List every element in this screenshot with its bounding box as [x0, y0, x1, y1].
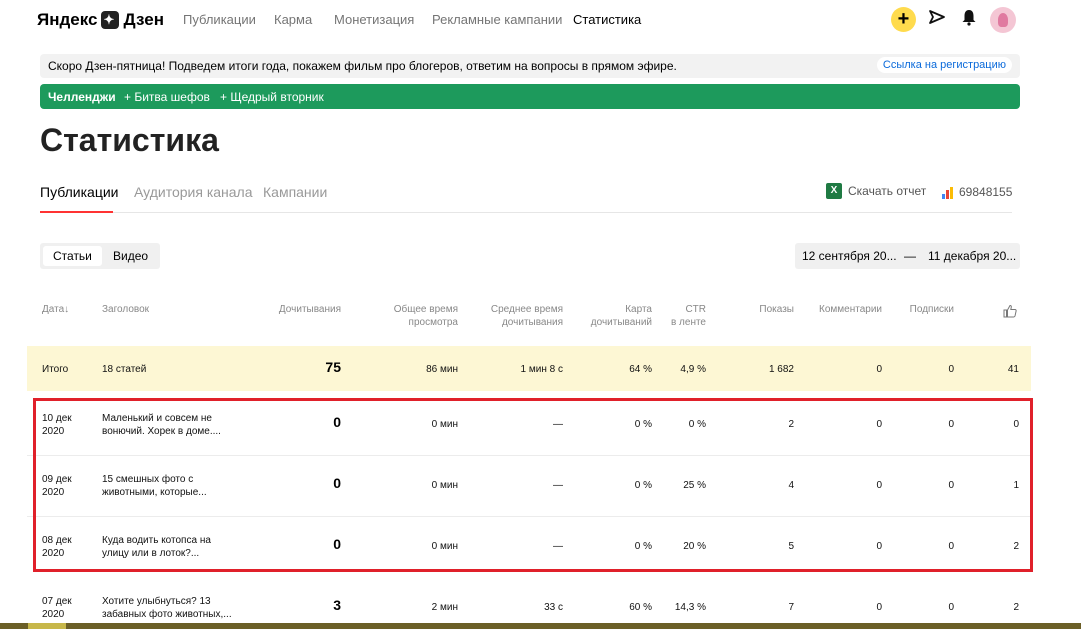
nav-publications[interactable]: Публикации: [183, 12, 256, 27]
date-range-picker[interactable]: 12 сентября 20... — 11 декабря 20...: [795, 243, 1020, 269]
col-card-line1: Карта: [625, 304, 652, 315]
col-total-time-line1: Общее время: [393, 304, 458, 315]
col-subscriptions[interactable]: Подписки: [890, 303, 954, 316]
col-date[interactable]: Дата↓: [42, 303, 69, 316]
total-likes: 41: [1007, 364, 1019, 375]
row-views: 7: [788, 602, 794, 613]
col-avg-time-line2: дочитывания: [501, 317, 563, 328]
date-from[interactable]: 12 сентября 20...: [802, 249, 897, 263]
total-avg-time: 1 мин 8 с: [520, 364, 563, 375]
download-report-label: Скачать отчет: [848, 184, 927, 198]
row-reads: 3: [333, 597, 341, 613]
col-avg-time-line1: Среднее время: [490, 304, 563, 315]
total-views: 1 682: [768, 364, 794, 375]
video-toggle[interactable]: Видео: [103, 246, 158, 266]
registration-link[interactable]: Ссылка на регистрацию: [876, 57, 1012, 73]
channel-id-value: 69848155: [959, 185, 1013, 199]
page-title: Статистика: [40, 122, 219, 158]
thumbs-up-icon[interactable]: [1003, 304, 1017, 323]
col-title[interactable]: Заголовок: [102, 303, 149, 316]
col-reads[interactable]: Дочитывания: [260, 303, 341, 316]
date-to[interactable]: 11 декабря 20...: [928, 249, 1016, 263]
col-views[interactable]: Показы: [724, 303, 794, 316]
download-report-button[interactable]: X Скачать отчет: [826, 183, 926, 199]
content-type-switch: Статьи Видео: [40, 243, 160, 269]
logo-text-zen: Дзен: [123, 10, 164, 29]
total-label: Итого: [42, 364, 69, 375]
highlight-frame: [33, 398, 1033, 572]
logo-text-yandex: Яндекс: [37, 10, 98, 29]
row-date: 07 дек 2020: [42, 595, 72, 621]
horizontal-scrollbar[interactable]: [0, 623, 1081, 629]
nav-monetization[interactable]: Монетизация: [334, 12, 414, 27]
tab-publications[interactable]: Публикации: [40, 184, 118, 200]
zen-star-icon: [101, 11, 120, 29]
row-avg-time: 33 с: [544, 602, 563, 613]
col-avg-time[interactable]: Среднее время дочитывания: [473, 303, 563, 329]
row-date-day: 07 дек: [42, 596, 72, 607]
col-total-time[interactable]: Общее время просмотра: [370, 303, 458, 329]
row-total-time: 2 мин: [431, 602, 458, 613]
excel-icon: X: [826, 183, 842, 199]
row-ctr: 14,3 %: [674, 602, 706, 613]
tabs-divider: [40, 212, 1012, 213]
col-comments[interactable]: Комментарии: [802, 303, 882, 316]
row-title-line1: Хотите улыбнуться? 13: [102, 596, 211, 607]
total-card: 64 %: [629, 364, 652, 375]
stats-bars-icon: [942, 187, 953, 199]
row-card: 60 %: [629, 602, 652, 613]
challenges-bar: Челленджи + Битва шефов + Щедрый вторник: [40, 84, 1020, 109]
challenge-chefs-battle[interactable]: + Битва шефов: [124, 90, 210, 104]
notice-text: Скоро Дзен-пятница! Подведем итоги года,…: [48, 59, 677, 73]
row-date-year: 2020: [42, 609, 65, 620]
total-count: 18 статей: [102, 364, 147, 375]
col-date-label: Дата: [42, 304, 65, 315]
total-subscriptions: 0: [948, 364, 954, 375]
col-ctr-line2: в ленте: [670, 317, 706, 328]
articles-toggle[interactable]: Статьи: [43, 246, 102, 266]
logo[interactable]: Яндекс Дзен: [37, 9, 164, 31]
send-icon[interactable]: [926, 8, 948, 30]
row-title-line2: забавных фото животных,...: [102, 609, 232, 620]
col-card-line2: дочитываний: [590, 317, 652, 328]
col-ctr[interactable]: CTR в ленте: [656, 303, 706, 329]
bell-icon[interactable]: [958, 8, 980, 30]
total-comments: 0: [876, 364, 882, 375]
nav-statistics[interactable]: Статистика: [573, 12, 641, 27]
tab-channel-audience[interactable]: Аудитория канала: [134, 184, 253, 200]
col-card[interactable]: Карта дочитываний: [570, 303, 652, 329]
challenges-label[interactable]: Челленджи: [48, 90, 116, 104]
challenge-generous-tuesday[interactable]: + Щедрый вторник: [220, 90, 324, 104]
sort-arrow-icon: ↓: [64, 304, 70, 315]
row-title-link[interactable]: Хотите улыбнуться? 13 забавных фото живот…: [102, 595, 232, 621]
col-ctr-line1: CTR: [685, 304, 706, 315]
tab-campaigns[interactable]: Кампании: [263, 184, 327, 200]
total-reads: 75: [325, 359, 341, 375]
row-comments: 0: [876, 602, 882, 613]
add-publication-button[interactable]: +: [891, 7, 916, 32]
notice-banner: Скоро Дзен-пятница! Подведем итоги года,…: [40, 54, 1020, 78]
total-total-time: 86 мин: [426, 364, 458, 375]
date-range-separator: —: [904, 249, 916, 263]
nav-ad-campaigns[interactable]: Рекламные кампании: [432, 12, 562, 27]
col-total-time-line2: просмотра: [408, 317, 458, 328]
active-tab-underline: [40, 211, 113, 213]
row-likes: 2: [1013, 602, 1019, 613]
total-ctr: 4,9 %: [680, 364, 706, 375]
row-subscriptions: 0: [948, 602, 954, 613]
channel-id: 69848155: [942, 185, 1012, 199]
avatar[interactable]: [990, 7, 1016, 33]
nav-karma[interactable]: Карма: [274, 12, 312, 27]
